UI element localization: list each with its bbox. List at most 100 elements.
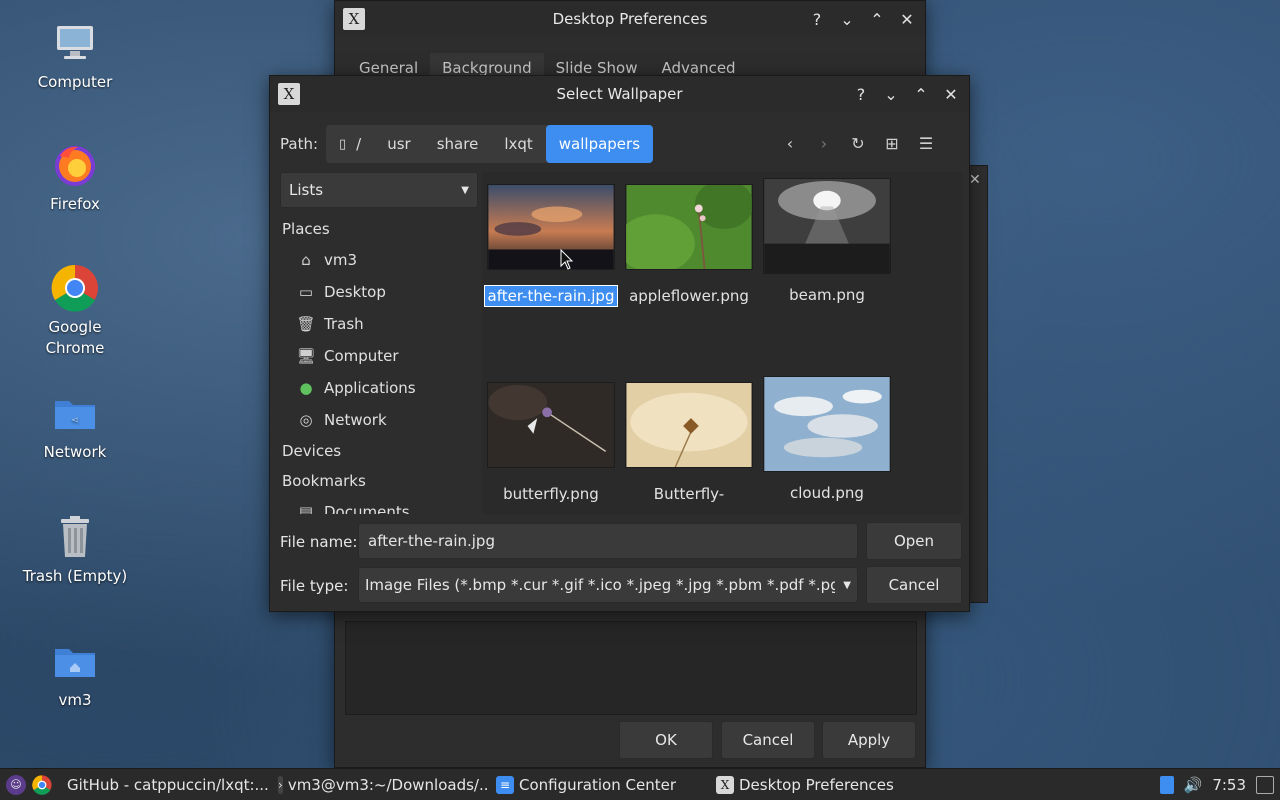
title-bar[interactable]: X Desktop Preferences ? ⌄ ⌃ ✕ bbox=[335, 1, 925, 37]
place-computer[interactable]: 🖥 Computer bbox=[280, 340, 478, 372]
desktop-icon-chrome[interactable]: Google Chrome bbox=[20, 263, 130, 359]
place-network[interactable]: ◎ Network bbox=[280, 404, 478, 436]
chevron-down-icon: ▼ bbox=[461, 184, 469, 196]
taskbar: ☺ GitHub - catppuccin/lxqt:... › vm3@vm3… bbox=[0, 768, 1280, 800]
file-name: Butterfly- bbox=[653, 485, 725, 503]
desktop-icon-label: Computer bbox=[37, 73, 113, 91]
apply-button[interactable]: Apply bbox=[822, 721, 916, 759]
view-options-icon[interactable]: ☰ bbox=[916, 134, 936, 153]
breadcrumb-root[interactable]: ▯ / bbox=[326, 125, 374, 163]
forward-icon[interactable]: › bbox=[814, 134, 834, 153]
back-icon[interactable]: ‹ bbox=[780, 134, 800, 153]
new-folder-icon[interactable]: ⊞ bbox=[882, 134, 902, 153]
select-wallpaper-dialog: X Select Wallpaper ? ⌄ ⌃ ✕ Path: ▯ / usr… bbox=[269, 75, 970, 612]
thumbnail-beam bbox=[763, 178, 891, 274]
breadcrumb-share[interactable]: share bbox=[424, 125, 492, 163]
firefox-icon bbox=[50, 140, 100, 190]
desktop-icon-firefox[interactable]: Firefox bbox=[20, 140, 130, 215]
place-applications[interactable]: ● Applications bbox=[280, 372, 478, 404]
computer-icon: 🖥 bbox=[296, 347, 316, 365]
places-panel: Places ⌂ vm3 ▭ Desktop 🗑 Trash 🖥 Computer ● A… bbox=[280, 214, 478, 514]
chevron-down-icon: ▼ bbox=[843, 579, 851, 591]
bookmark-documents[interactable]: ▤ Documents bbox=[280, 496, 478, 514]
bookmarks-header: Bookmarks bbox=[282, 472, 366, 490]
ok-button[interactable]: OK bbox=[619, 721, 713, 759]
chrome-icon[interactable] bbox=[32, 774, 52, 795]
maximize-icon[interactable]: ⌃ bbox=[909, 82, 933, 106]
open-button[interactable]: Open bbox=[866, 522, 962, 560]
path-bar: Path: ▯ / usr share lxqt wallpapers bbox=[280, 125, 654, 163]
thumbnail-appleflower bbox=[625, 184, 753, 270]
close-icon[interactable]: ✕ bbox=[969, 172, 981, 188]
file-item[interactable]: appleflower.png bbox=[620, 184, 758, 306]
thumbnail-butterfly-alt bbox=[625, 382, 753, 468]
task-terminal[interactable]: › vm3@vm3:~/Downloads/... bbox=[272, 769, 490, 800]
desktop-icon: ▭ bbox=[298, 283, 314, 301]
help-icon[interactable]: ? bbox=[849, 82, 873, 106]
system-tray: 🔊 7:53 bbox=[1159, 775, 1280, 794]
view-mode-select[interactable]: Lists ▼ bbox=[280, 172, 478, 208]
close-icon[interactable]: ✕ bbox=[895, 7, 919, 31]
file-type-select[interactable]: Image Files (*.bmp *.cur *.gif *.ico *.j… bbox=[358, 567, 858, 603]
settings-icon: ≡ bbox=[496, 775, 514, 794]
lxqt-app-icon: X bbox=[716, 775, 734, 794]
cancel-button[interactable]: Cancel bbox=[721, 721, 815, 759]
svg-text:⋖: ⋖ bbox=[71, 415, 79, 426]
desktop-icon-label: Firefox bbox=[50, 195, 100, 213]
drive-icon: ▯ bbox=[339, 136, 347, 152]
help-icon[interactable]: ? bbox=[805, 7, 829, 31]
mouse-cursor bbox=[560, 249, 574, 270]
place-desktop[interactable]: ▭ Desktop bbox=[280, 276, 478, 308]
breadcrumb-wallpapers[interactable]: wallpapers bbox=[545, 125, 654, 163]
place-vm3[interactable]: ⌂ vm3 bbox=[280, 244, 478, 276]
clock[interactable]: 7:53 bbox=[1212, 776, 1246, 794]
home-folder-icon bbox=[50, 636, 100, 686]
path-label: Path: bbox=[280, 135, 319, 153]
file-item[interactable]: beam.png bbox=[758, 178, 896, 305]
desktop-icon-label: Trash (Empty) bbox=[22, 567, 128, 585]
close-icon[interactable]: ✕ bbox=[939, 82, 963, 106]
place-trash[interactable]: 🗑 Trash bbox=[280, 308, 478, 340]
minimize-icon[interactable]: ⌄ bbox=[879, 82, 903, 106]
desktop-icon-home[interactable]: vm3 bbox=[20, 636, 130, 711]
task-desktop-preferences[interactable]: X Desktop Preferences bbox=[710, 769, 910, 800]
desktop-icon-label: vm3 bbox=[58, 691, 92, 709]
minimize-icon[interactable]: ⌄ bbox=[835, 7, 859, 31]
breadcrumb-lxqt[interactable]: lxqt bbox=[491, 125, 545, 163]
file-item[interactable]: after-the-rain.jpg bbox=[482, 184, 620, 307]
file-item[interactable]: butterfly.png bbox=[482, 382, 620, 504]
show-desktop-icon[interactable] bbox=[1256, 775, 1274, 794]
file-name-input[interactable]: after-the-rain.jpg bbox=[358, 523, 858, 559]
file-name: butterfly.png bbox=[503, 485, 599, 503]
desktop-icon-network[interactable]: ⋖ Network bbox=[20, 388, 130, 463]
chrome-icon bbox=[50, 263, 100, 313]
title-bar[interactable]: X Select Wallpaper ? ⌄ ⌃ ✕ bbox=[270, 76, 969, 112]
file-item[interactable]: Butterfly- bbox=[620, 382, 758, 504]
computer-icon bbox=[50, 18, 100, 68]
view-mode-value: Lists bbox=[289, 181, 324, 199]
desktop-icon-trash[interactable]: Trash (Empty) bbox=[20, 512, 130, 587]
places-header: Places bbox=[282, 220, 330, 238]
nav-toolbar: ‹ › ↻ ⊞ ☰ bbox=[780, 134, 936, 153]
devices-header: Devices bbox=[282, 442, 342, 460]
file-type-value: Image Files (*.bmp *.cur *.gif *.ico *.j… bbox=[365, 576, 836, 594]
network-icon: ◎ bbox=[299, 411, 313, 429]
task-firefox[interactable]: GitHub - catppuccin/lxqt:... bbox=[56, 769, 272, 800]
folder-icon: ▤ bbox=[298, 503, 314, 514]
volume-icon[interactable]: 🔊 bbox=[1184, 776, 1203, 794]
file-name: appleflower.png bbox=[629, 287, 749, 305]
file-name: cloud.png bbox=[790, 484, 864, 502]
quick-launch: ☺ bbox=[0, 774, 52, 795]
menu-icon[interactable]: ☺ bbox=[6, 774, 26, 795]
applications-icon: ● bbox=[299, 379, 313, 397]
desktop-icon-computer[interactable]: Computer bbox=[20, 18, 130, 93]
maximize-icon[interactable]: ⌃ bbox=[865, 7, 889, 31]
breadcrumb-usr[interactable]: usr bbox=[374, 125, 424, 163]
clipboard-icon[interactable] bbox=[1159, 775, 1174, 794]
file-item[interactable]: cloud.png bbox=[758, 376, 896, 503]
task-configuration-center[interactable]: ≡ Configuration Center bbox=[490, 769, 710, 800]
desktop-icon-label: Google Chrome bbox=[45, 318, 105, 357]
reload-icon[interactable]: ↻ bbox=[848, 134, 868, 153]
breadcrumb: ▯ / usr share lxqt wallpapers bbox=[326, 125, 654, 163]
cancel-button[interactable]: Cancel bbox=[866, 566, 962, 604]
